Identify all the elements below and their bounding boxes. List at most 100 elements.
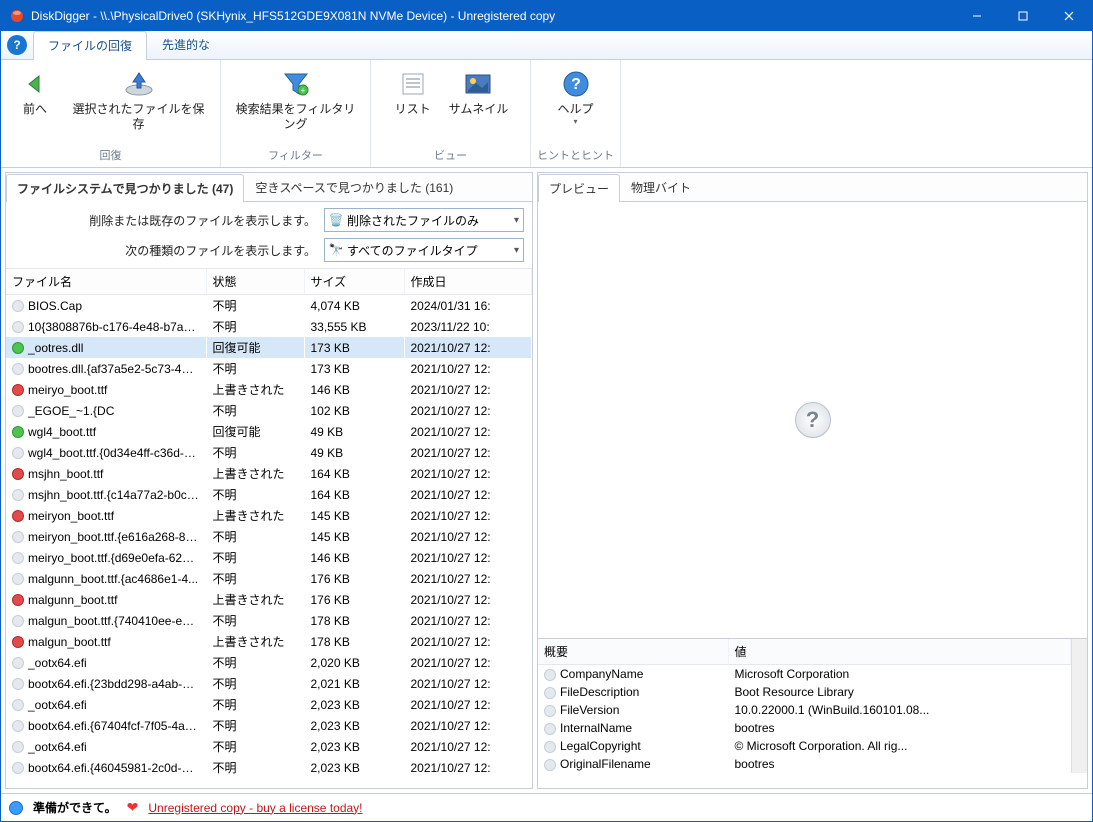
help-icon[interactable]: ? (7, 35, 27, 55)
main-tabstrip: ? ファイルの回復 先進的な (1, 31, 1092, 60)
preview-area: ? (538, 202, 1087, 638)
table-row[interactable]: malgun_boot.ttf上書きされた178 KB2021/10/27 12… (6, 631, 532, 652)
binoculars-icon: 🔭 (329, 243, 343, 257)
titlebar[interactable]: DiskDigger - \\.\PhysicalDrive0 (SKHynix… (1, 1, 1092, 31)
table-row[interactable]: malgun_boot.ttf.{740410ee-e7e...不明178 KB… (6, 610, 532, 631)
bullet-icon (544, 705, 556, 717)
status-dot-icon (12, 426, 24, 438)
table-row[interactable]: bootx64.efi.{23bdd298-a4ab-43...不明2,021 … (6, 673, 532, 694)
back-button[interactable]: 前へ (7, 66, 63, 119)
table-row[interactable]: wgl4_boot.ttf回復可能49 KB2021/10/27 12: (6, 421, 532, 442)
status-indicator-icon (9, 801, 23, 815)
status-dot-icon (12, 447, 24, 459)
table-row[interactable]: bootx64.efi.{46045981-2c0d-41...不明2,023 … (6, 757, 532, 778)
property-row[interactable]: FileDescriptionBoot Resource Library (538, 683, 1071, 701)
status-dot-icon (12, 594, 24, 606)
bullet-icon (544, 759, 556, 771)
tab-physical-bytes[interactable]: 物理バイト (620, 173, 702, 201)
status-dot-icon (12, 342, 24, 354)
tab-advanced[interactable]: 先進的な (147, 30, 225, 59)
table-row[interactable]: meiryon_boot.ttf上書きされた145 KB2021/10/27 1… (6, 505, 532, 526)
ribbon-group-view: ビュー (371, 144, 530, 167)
arrow-left-icon (19, 68, 51, 100)
file-table[interactable]: ファイル名 状態 サイズ 作成日 BIOS.Cap不明4,074 KB2024/… (6, 268, 532, 788)
status-dot-icon (12, 489, 24, 501)
table-row[interactable]: malgunn_boot.ttf.{ac4686e1-4...不明176 KB2… (6, 568, 532, 589)
status-dot-icon (12, 468, 24, 480)
tab-file-recovery[interactable]: ファイルの回復 (33, 31, 147, 60)
table-row[interactable]: msjhn_boot.ttf上書きされた164 KB2021/10/27 12: (6, 463, 532, 484)
save-selected-button[interactable]: 選択されたファイルを保存 (63, 66, 214, 134)
status-text: 準備ができて。 (33, 799, 117, 816)
filter-type-label: 次の種類のファイルを表示します。 (14, 242, 316, 259)
properties-grid[interactable]: 概要 値 CompanyNameMicrosoft CorporationFil… (538, 638, 1087, 788)
status-dot-icon (12, 573, 24, 585)
status-dot-icon (12, 741, 24, 753)
status-dot-icon (12, 615, 24, 627)
bullet-icon (544, 723, 556, 735)
filter-type-combo[interactable]: 🔭すべてのファイルタイプ ▾ (324, 238, 524, 262)
ribbon-group-filter: フィルター (221, 144, 370, 167)
minimize-button[interactable] (954, 1, 1000, 31)
tab-freespace-found[interactable]: 空きスペースで見つかりました (161) (244, 173, 464, 201)
property-row[interactable]: FileVersion10.0.22000.1 (WinBuild.160101… (538, 701, 1071, 719)
property-row[interactable]: LegalCopyright© Microsoft Corporation. A… (538, 737, 1071, 755)
right-panel: プレビュー 物理バイト ? 概要 値 CompanyNameMi (537, 172, 1088, 789)
tab-filesystem-found[interactable]: ファイルシステムで見つかりました (47) (6, 174, 244, 202)
table-row[interactable]: _ootx64.efi不明2,020 KB2021/10/27 12: (6, 652, 532, 673)
help-circle-icon: ? (560, 68, 592, 100)
col-size[interactable]: サイズ (304, 269, 404, 295)
status-dot-icon (12, 405, 24, 417)
table-row[interactable]: wgl4_boot.ttf.{0d34e4ff-c36d-4...不明49 KB… (6, 442, 532, 463)
filter-results-button[interactable]: + 検索結果をフィルタリング (226, 66, 366, 134)
property-row[interactable]: OriginalFilenamebootres (538, 755, 1071, 773)
col-status[interactable]: 状態 (206, 269, 304, 295)
status-dot-icon (12, 321, 24, 333)
maximize-button[interactable] (1000, 1, 1046, 31)
table-row[interactable]: msjhn_boot.ttf.{c14a77a2-b0c9...不明164 KB… (6, 484, 532, 505)
thumbnail-view-button[interactable]: サムネイル (441, 66, 517, 119)
table-row[interactable]: _ootx64.efi不明2,023 KB2021/10/27 12: (6, 736, 532, 757)
table-row[interactable]: meiryo_boot.ttf上書きされた146 KB2021/10/27 12… (6, 379, 532, 400)
window-title: DiskDigger - \\.\PhysicalDrive0 (SKHynix… (31, 9, 954, 23)
scrollbar[interactable] (1071, 639, 1087, 773)
tab-preview[interactable]: プレビュー (538, 174, 620, 202)
table-row[interactable]: meiryon_boot.ttf.{e616a268-86...不明145 KB… (6, 526, 532, 547)
app-icon (9, 8, 25, 24)
question-mark-icon: ? (795, 402, 831, 438)
bullet-icon (544, 687, 556, 699)
chevron-down-icon: ▾ (514, 245, 519, 256)
filter-deleted-label: 削除または既存のファイルを表示します。 (14, 212, 316, 229)
col-filename[interactable]: ファイル名 (6, 269, 206, 295)
ribbon-group-recovery: 回復 (1, 144, 220, 167)
table-row[interactable]: BIOS.Cap不明4,074 KB2024/01/31 16: (6, 295, 532, 317)
filter-deleted-combo[interactable]: 🗑️削除されたファイルのみ ▾ (324, 208, 524, 232)
help-button[interactable]: ? ヘルプ ▾ (548, 66, 604, 128)
status-dot-icon (12, 552, 24, 564)
ribbon: 前へ 選択されたファイルを保存 回復 + 検索結果をフィルタリング フィルター (1, 60, 1092, 168)
statusbar: 準備ができて。 ❤ Unregistered copy - buy a lice… (1, 793, 1092, 821)
table-row[interactable]: _ootres.dll回復可能173 KB2021/10/27 12: (6, 337, 532, 358)
table-row[interactable]: bootres.dll.{af37a5e2-5c73-4ab...不明173 K… (6, 358, 532, 379)
unregistered-link[interactable]: Unregistered copy - buy a license today! (148, 801, 362, 815)
bullet-icon (544, 669, 556, 681)
table-row[interactable]: bootx64.efi.{67404fcf-7f05-4ac...不明2,023… (6, 715, 532, 736)
property-row[interactable]: InternalNamebootres (538, 719, 1071, 737)
thumbnail-icon (462, 68, 494, 100)
status-dot-icon (12, 636, 24, 648)
close-button[interactable] (1046, 1, 1092, 31)
table-row[interactable]: _ootx64.efi不明2,023 KB2021/10/27 12: (6, 694, 532, 715)
col-overview[interactable]: 概要 (538, 639, 728, 665)
heart-icon: ❤ (127, 799, 139, 816)
table-row[interactable]: meiryo_boot.ttf.{d69e0efa-6219...不明146 K… (6, 547, 532, 568)
table-row[interactable]: 10{3808876b-c176-4e48-b7ae-0...不明33,555 … (6, 316, 532, 337)
col-value[interactable]: 値 (728, 639, 1071, 665)
table-row[interactable]: _EGOE_~1.{DC不明102 KB2021/10/27 12: (6, 400, 532, 421)
list-view-button[interactable]: リスト (385, 66, 441, 119)
bullet-icon (544, 741, 556, 753)
table-row[interactable]: malgunn_boot.ttf上書きされた176 KB2021/10/27 1… (6, 589, 532, 610)
property-row[interactable]: CompanyNameMicrosoft Corporation (538, 665, 1071, 684)
drive-save-icon (123, 68, 155, 100)
col-created[interactable]: 作成日 (404, 269, 532, 295)
ribbon-group-hints: ヒントとヒント (531, 144, 620, 167)
